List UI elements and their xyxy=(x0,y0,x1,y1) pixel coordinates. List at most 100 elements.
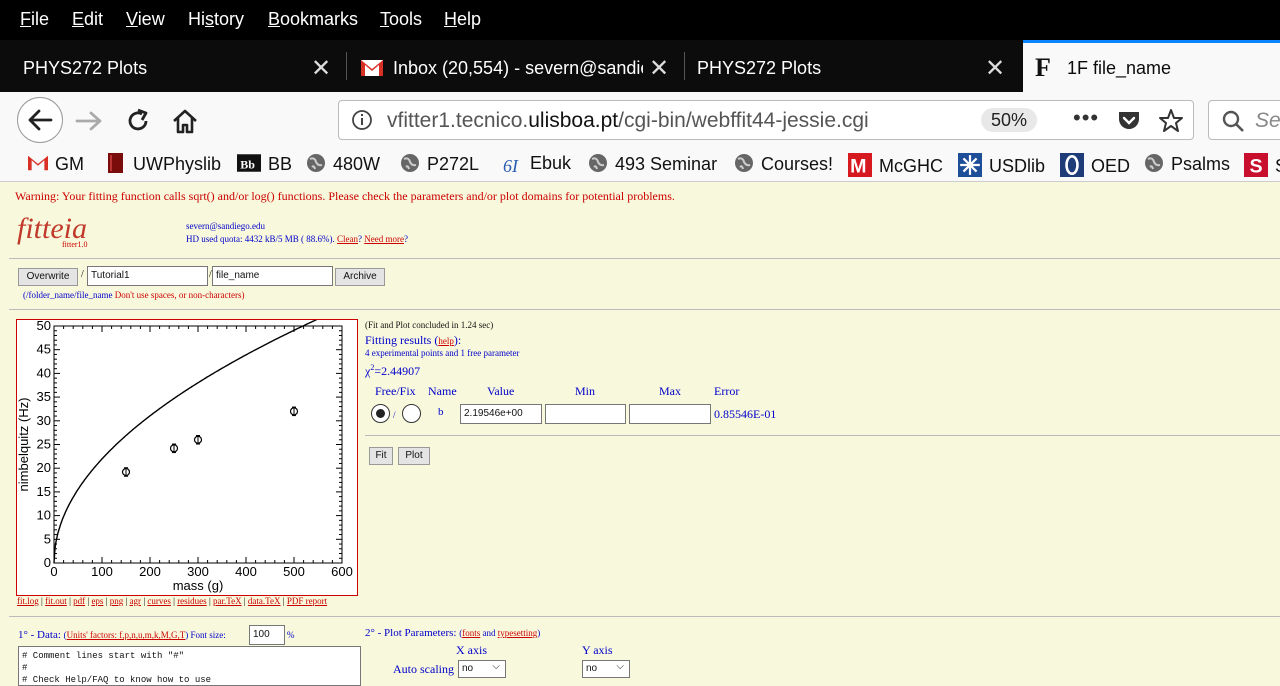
file-link-eps[interactable]: eps xyxy=(91,596,103,606)
x-tick-label: 400 xyxy=(235,564,257,579)
archive-button[interactable]: Archive xyxy=(335,268,385,286)
bookmarks-bar: GM UWPhyslib Bb BB 480W P272L 6I Ebuk 493 … xyxy=(0,148,1280,182)
bookmark-star-icon[interactable] xyxy=(1158,108,1184,134)
user-email: severn@sandiego.edu xyxy=(186,221,266,231)
x-tick-label: 300 xyxy=(187,564,209,579)
menu-history[interactable]: History xyxy=(188,9,244,30)
tab-label: Inbox (20,554) - severn@sandie xyxy=(393,58,643,78)
y-tick-label: 45 xyxy=(37,342,51,357)
data-line: # Comment lines start with "#" xyxy=(22,651,185,661)
menu-tools[interactable]: Tools xyxy=(380,9,422,30)
file-links: fit.log | fit.out | pdf | eps | png | ag… xyxy=(17,596,328,606)
x-tick-label: 0 xyxy=(50,564,57,579)
overwrite-button[interactable]: Overwrite xyxy=(18,268,78,286)
param-error: 0.85546E-01 xyxy=(714,407,777,421)
y-tick-label: 30 xyxy=(37,413,51,428)
data-textarea[interactable]: # Comment lines start with "#" # # Check… xyxy=(18,646,361,686)
bookmark-gm[interactable]: GM xyxy=(28,153,84,175)
warning-text: Warning: Your fitting function calls sqr… xyxy=(15,189,675,203)
folder-name-input[interactable]: Tutorial1 xyxy=(87,266,208,286)
menu-bookmarks[interactable]: Bookmarks xyxy=(268,9,358,30)
file-link-fit-out[interactable]: fit.out xyxy=(45,596,67,606)
file-link-agr[interactable]: agr xyxy=(130,596,142,606)
param-value-input[interactable]: 2.19546e+00 xyxy=(460,404,542,424)
file-link-pdf-report[interactable]: PDF report xyxy=(287,596,327,606)
file-name-input[interactable]: file_name xyxy=(212,266,333,286)
gmail-icon xyxy=(28,155,48,171)
file-link-curves[interactable]: curves xyxy=(147,596,171,606)
page-actions-icon[interactable]: ••• xyxy=(1073,105,1099,131)
font-size-input[interactable]: 100 xyxy=(249,625,285,645)
reload-icon[interactable] xyxy=(124,107,152,135)
bookmark-psalms[interactable]: Psalms xyxy=(1144,153,1230,175)
fix-radio[interactable] xyxy=(402,404,421,423)
file-link-pdf[interactable]: pdf xyxy=(73,596,85,606)
slash-sep: / xyxy=(81,269,84,280)
bookmark-uwphyslib[interactable]: UWPhyslib xyxy=(106,153,221,175)
clean-link[interactable]: Clean xyxy=(337,234,358,244)
back-arrow-icon xyxy=(28,109,53,131)
param-max-input[interactable] xyxy=(629,404,711,424)
file-link-residues[interactable]: residues xyxy=(177,596,207,606)
x-auto-scaling-select[interactable]: no ⌵ xyxy=(458,660,506,678)
menu-bar: File Edit View History Bookmarks Tools H… xyxy=(0,0,1280,40)
plot-button[interactable]: Plot xyxy=(398,447,430,465)
zoom-indicator[interactable]: 50% xyxy=(981,108,1037,132)
tab-phys272-2[interactable]: PHYS272 Plots ✕ xyxy=(685,40,1021,92)
param-min-input[interactable] xyxy=(545,404,626,424)
bookmark-mcghc[interactable]: M McGHC xyxy=(848,153,943,177)
info-icon[interactable] xyxy=(351,109,373,131)
tab-inbox[interactable]: Inbox (20,554) - severn@sandie ✕ xyxy=(347,40,683,92)
file-link-png[interactable]: png xyxy=(110,596,124,606)
y-tick-label: 0 xyxy=(44,555,51,570)
back-button[interactable] xyxy=(17,97,63,143)
tab-phys272-1[interactable]: PHYS272 Plots ✕ xyxy=(9,40,345,92)
plot-params-heading: 2° - Plot Parameters: (fonts and typeset… xyxy=(365,627,541,639)
tab-file-name[interactable]: F 1F file_name xyxy=(1023,40,1280,92)
menu-edit[interactable]: Edit xyxy=(72,9,103,30)
file-link-fit-log[interactable]: fit.log xyxy=(17,596,39,606)
bookmark-s[interactable]: SS xyxy=(1244,153,1280,177)
free-radio[interactable] xyxy=(371,404,390,423)
path-hint: (/folder_name/file_name Don't use spaces… xyxy=(23,290,245,300)
menu-file[interactable]: File xyxy=(20,9,49,30)
home-icon[interactable] xyxy=(170,106,200,136)
tab-label: PHYS272 Plots xyxy=(697,58,822,78)
typesetting-link[interactable]: typesetting xyxy=(498,628,538,638)
close-tab-icon[interactable]: ✕ xyxy=(985,54,1005,83)
units-factors-link[interactable]: Units' factors: f,p,n,u,m,k,M,G,T xyxy=(67,630,186,640)
need-more-link[interactable]: Need more xyxy=(364,234,404,244)
close-tab-icon[interactable]: ✕ xyxy=(649,54,669,83)
usd-icon xyxy=(958,153,982,177)
pocket-icon[interactable] xyxy=(1117,109,1141,133)
y-auto-scaling-select[interactable]: no ⌵ xyxy=(582,660,630,678)
y-tick-label: 20 xyxy=(37,460,51,475)
url-text: vfitter1.tecnico.ulisboa.pt/cgi-bin/webf… xyxy=(387,109,869,132)
bookmark-bb[interactable]: Bb BB xyxy=(237,153,292,175)
y-tick-label: 40 xyxy=(37,365,51,380)
tab-bar: PHYS272 Plots ✕ Inbox (20,554) - severn@… xyxy=(0,40,1280,92)
search-box[interactable]: Sea xyxy=(1208,100,1280,140)
help-link[interactable]: help xyxy=(438,336,454,346)
percent-sign: % xyxy=(287,630,295,640)
fonts-link[interactable]: fonts xyxy=(462,628,480,638)
close-tab-icon[interactable]: ✕ xyxy=(311,54,331,83)
bookmark-480w[interactable]: 480W xyxy=(306,153,380,175)
bookmark-ebuk[interactable]: 6I Ebuk xyxy=(503,153,571,176)
menu-help[interactable]: Help xyxy=(444,9,481,30)
bookmark-oed[interactable]: OED xyxy=(1060,153,1130,177)
forward-arrow-icon[interactable] xyxy=(74,108,104,134)
bookmark-usdlib[interactable]: USDlib xyxy=(958,153,1045,177)
url-bar[interactable]: vfitter1.tecnico.ulisboa.pt/cgi-bin/webf… xyxy=(338,100,1194,140)
header-max: Max xyxy=(659,384,681,398)
y-tick-label: 15 xyxy=(37,484,51,499)
fit-button[interactable]: Fit xyxy=(369,447,393,465)
bookmark-courses[interactable]: Courses! xyxy=(734,153,833,175)
file-link-data-tex[interactable]: data.TeX xyxy=(248,596,281,606)
file-link-par-tex[interactable]: par.TeX xyxy=(213,596,242,606)
bookmark-493-seminar[interactable]: 493 Seminar xyxy=(588,153,717,175)
bookmark-p272l[interactable]: P272L xyxy=(400,153,479,175)
menu-view[interactable]: View xyxy=(126,9,165,30)
fit-time: (Fit and Plot concluded in 1.24 sec) xyxy=(365,320,494,330)
gmail-icon xyxy=(361,60,383,76)
